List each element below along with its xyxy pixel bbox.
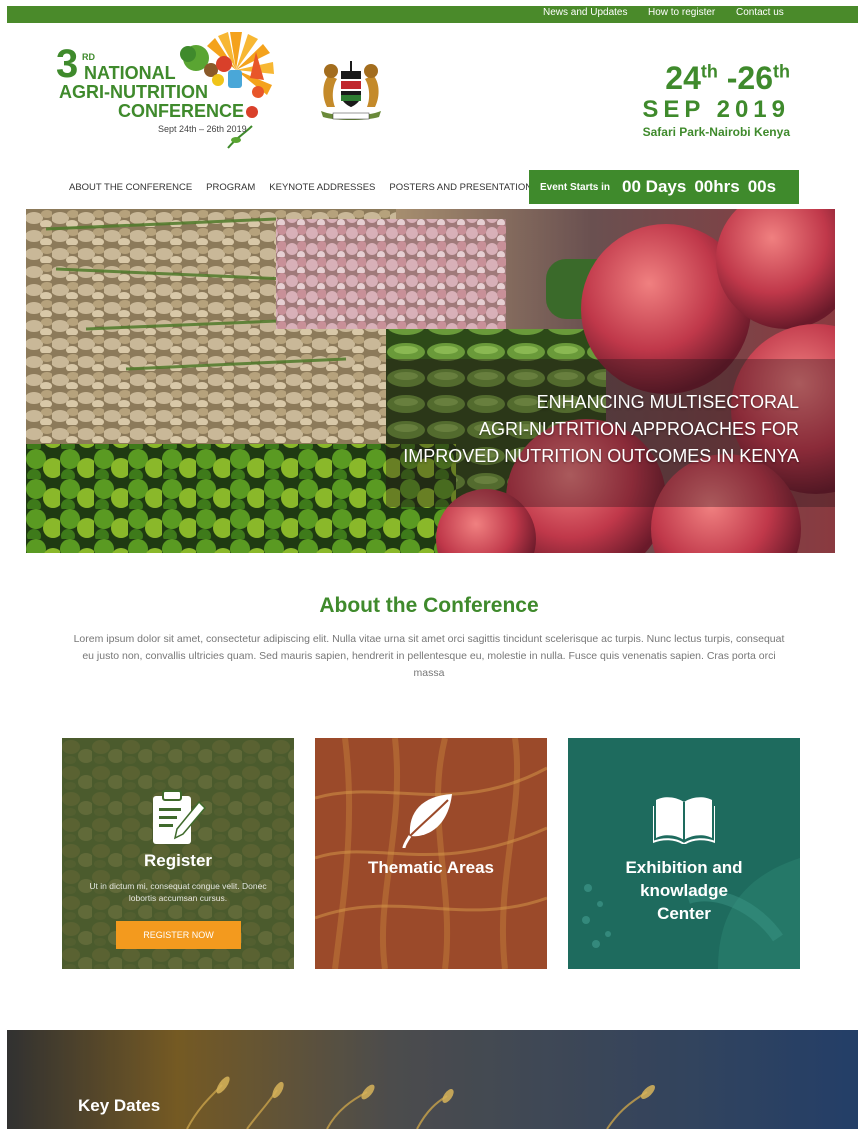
event-month-year: SEP 2019 bbox=[642, 96, 790, 123]
leaf-icon bbox=[402, 794, 452, 849]
top-utility-bar: News and Updates How to register Contact… bbox=[7, 6, 858, 23]
main-navigation: ABOUT THE CONFERENCE PROGRAM KEYNOTE ADD… bbox=[69, 182, 538, 193]
news-and-updates-link[interactable]: News and Updates bbox=[543, 7, 628, 18]
countdown-days: 00 Days bbox=[622, 177, 687, 196]
hero-tagline: ENHANCING MULTISECTORAL AGRI-NUTRITION A… bbox=[403, 392, 799, 466]
open-book-icon bbox=[653, 797, 715, 844]
hero-banner: ENHANCING MULTISECTORAL AGRI-NUTRITION A… bbox=[26, 209, 835, 553]
countdown-hours: 00hrs bbox=[694, 177, 740, 196]
nav-about-the-conference[interactable]: ABOUT THE CONFERENCE bbox=[69, 182, 192, 193]
thematic-card-background bbox=[315, 738, 547, 969]
event-date-range: 24th -26th bbox=[665, 60, 790, 96]
thematic-areas-card[interactable]: Thematic Areas bbox=[315, 738, 547, 969]
logo-line-agri-nutrition: AGRI-NUTRITION bbox=[59, 82, 208, 102]
exhibition-card-title: Exhibition and knowladge Center bbox=[625, 858, 743, 923]
conference-logo[interactable]: 3 RD NATIONAL AGRI-NUTRITION CONFERENCE … bbox=[56, 30, 286, 152]
key-dates-section: Key Dates bbox=[7, 1030, 858, 1129]
how-to-register-link[interactable]: How to register bbox=[648, 7, 715, 18]
event-venue: Safari Park-Nairobi Kenya bbox=[642, 124, 790, 139]
logo-line-conference: CONFERENCE bbox=[118, 101, 245, 121]
register-card-title: Register bbox=[143, 851, 213, 870]
logo-number: 3 bbox=[56, 42, 79, 86]
about-section-title: About the Conference bbox=[319, 594, 539, 617]
register-card-subtitle: Ut in dictum mi, consequat congue velit.… bbox=[89, 881, 267, 903]
countdown-label: Event Starts in bbox=[540, 181, 611, 193]
clipboard-pen-icon bbox=[153, 790, 207, 844]
about-section-text: Lorem ipsum dolor sit amet, consectetur … bbox=[73, 633, 785, 679]
logo-dates: Sept 24th – 26th 2019 bbox=[158, 124, 247, 134]
nav-keynote-addresses[interactable]: KEYNOTE ADDRESSES bbox=[269, 182, 375, 193]
thematic-areas-title: Thematic Areas bbox=[368, 858, 494, 877]
kenya-coat-of-arms-icon bbox=[321, 61, 381, 120]
nav-posters-and-presentations[interactable]: POSTERS AND PRESENTATIONS bbox=[389, 182, 538, 193]
nav-program[interactable]: PROGRAM bbox=[206, 182, 255, 193]
register-now-button[interactable]: REGISTER NOW bbox=[116, 921, 241, 949]
exhibition-card-background bbox=[568, 738, 800, 969]
logo-ordinal: RD bbox=[82, 52, 95, 62]
key-dates-title: Key Dates bbox=[78, 1096, 161, 1115]
exhibition-card[interactable]: Exhibition and knowladge Center bbox=[568, 738, 800, 969]
event-date-block: 24th -26th SEP 2019 Safari Park-Nairobi … bbox=[600, 62, 790, 139]
register-card[interactable]: Register Ut in dictum mi, consequat cong… bbox=[62, 738, 294, 969]
event-countdown: Event Starts in 00 Days 00hrs 00s bbox=[529, 170, 799, 204]
contact-us-link[interactable]: Contact us bbox=[736, 7, 784, 18]
countdown-seconds: 00s bbox=[747, 177, 777, 196]
logo-line-national: NATIONAL bbox=[84, 63, 176, 83]
